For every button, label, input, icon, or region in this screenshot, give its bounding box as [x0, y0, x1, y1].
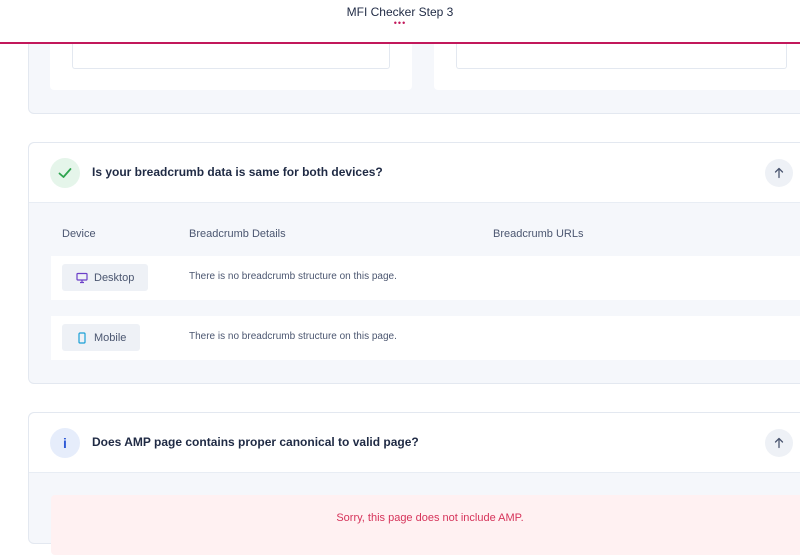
amp-error-alert: Sorry, this page does not include AMP. [51, 495, 800, 555]
table-row: Desktop There is no breadcrumb structure… [51, 256, 800, 300]
amp-section: i Does AMP page contains proper canonica… [28, 412, 800, 555]
column-header-device: Device [62, 228, 96, 240]
check-icon [50, 158, 80, 188]
device-label: Desktop [94, 271, 135, 284]
device-label: Mobile [94, 331, 127, 344]
breadcrumb-question: Is your breadcrumb data is same for both… [92, 165, 383, 179]
column-header-urls: Breadcrumb URLs [493, 228, 584, 240]
top-bar: MFI Checker Step 3 ••• [0, 0, 800, 44]
arrow-up-icon [774, 437, 784, 449]
breadcrumb-section-header[interactable]: Is your breadcrumb data is same for both… [29, 143, 800, 203]
breadcrumb-details: There is no breadcrumb structure on this… [189, 271, 397, 282]
desktop-icon [76, 272, 88, 283]
device-chip-desktop: Desktop [62, 264, 149, 291]
breadcrumb-section: Is your breadcrumb data is same for both… [28, 142, 800, 384]
arrow-up-icon [774, 167, 784, 179]
page-title: MFI Checker Step 3 [346, 5, 454, 19]
collapse-button[interactable] [765, 429, 793, 457]
more-options-icon[interactable]: ••• [0, 18, 800, 28]
table-row: Mobile There is no breadcrumb structure … [51, 316, 800, 360]
amp-section-header[interactable]: i Does AMP page contains proper canonica… [29, 413, 800, 473]
device-chip-mobile: Mobile [62, 324, 141, 351]
amp-question: Does AMP page contains proper canonical … [92, 435, 419, 449]
breadcrumb-details: There is no breadcrumb structure on this… [189, 331, 397, 342]
mobile-icon [78, 331, 86, 344]
amp-error-message: Sorry, this page does not include AMP. [336, 512, 524, 524]
collapse-button[interactable] [765, 159, 793, 187]
column-header-details: Breadcrumb Details [189, 228, 286, 240]
info-icon: i [50, 428, 80, 458]
